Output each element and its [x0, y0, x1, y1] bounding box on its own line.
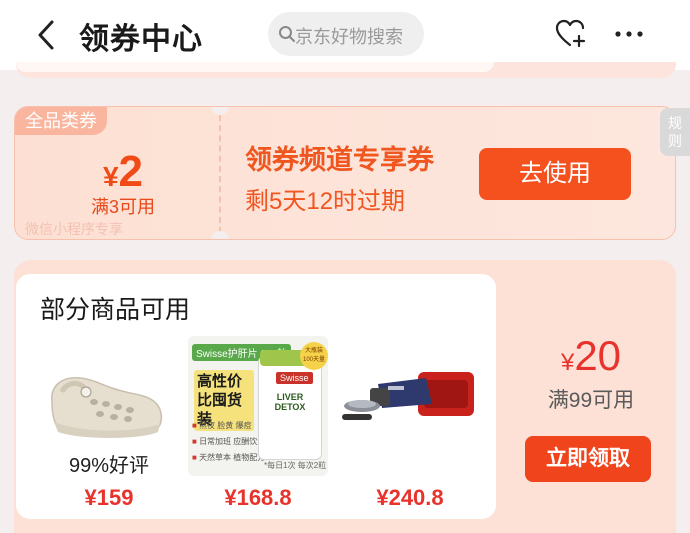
use-coupon-button[interactable]: 去使用 — [479, 148, 631, 200]
package-dosage-note: *每日1次 每次2粒 — [264, 461, 327, 470]
jar-logo: Swisse — [276, 372, 313, 384]
package-feature-list: 熬夜 脸黄 爆痘 日常加班 应酬饮酒 天然草本 植物配方 — [192, 420, 265, 468]
back-arrow-icon[interactable] — [33, 19, 59, 51]
coupon-notch-bottom — [211, 231, 229, 239]
package-feature: 天然草本 植物配方 — [192, 452, 265, 463]
product-image-swisse[interactable]: Swisse护肝片 200粒 高性价比囤货装 熬夜 脸黄 爆痘 日常加班 应酬饮… — [188, 336, 328, 476]
search-input[interactable]: 京东好物搜索 — [268, 12, 424, 56]
favorite-heart-plus-icon[interactable] — [555, 19, 589, 49]
package-feature: 日常加班 应酬饮酒 — [192, 436, 265, 447]
product-coupon-amount-value: 20 — [574, 332, 622, 379]
product-image-angle-grinder[interactable] — [340, 364, 480, 444]
claim-coupon-button[interactable]: 立即领取 — [525, 436, 651, 482]
product-price: ¥159 — [84, 485, 134, 510]
currency-symbol: ¥ — [560, 349, 575, 376]
product-image-clogs[interactable] — [40, 340, 178, 448]
previous-coupon-panel-edge — [16, 62, 494, 72]
header-bar: 领券中心 京东好物搜索 — [0, 0, 690, 70]
product-price: ¥240.8 — [376, 485, 444, 510]
package-size-badge: 大瓶装 100天量 — [300, 342, 328, 370]
product-coupon-amount: ¥20 — [510, 332, 672, 380]
coupon-divider — [219, 115, 221, 233]
angle-grinder-illustration — [342, 372, 474, 420]
more-dots-icon[interactable] — [614, 30, 644, 38]
coupon-type-tag: 全品类券 — [15, 107, 107, 135]
product-rating: 99%好评 — [68, 455, 150, 477]
search-placeholder: 京东好物搜索 — [295, 27, 403, 47]
page-title: 领券中心 — [79, 23, 203, 56]
applicable-products-title: 部分商品可用 — [40, 296, 191, 324]
coupon-amount-value: 2 — [118, 147, 144, 196]
product-price: ¥168.8 — [224, 485, 292, 510]
clog-shoe-illustration — [51, 377, 163, 438]
coupon-expiry: 剩5天12时过期 — [245, 188, 406, 215]
currency-symbol: ¥ — [102, 161, 119, 192]
rules-tab[interactable]: 规则 — [660, 108, 690, 156]
package-feature: 熬夜 脸黄 爆痘 — [192, 420, 258, 431]
wechat-exclusive-note: 微信小程序专享 — [25, 221, 123, 237]
coupon-notch-top — [211, 107, 229, 115]
jar-label: LIVER DETOX — [274, 392, 306, 412]
search-icon — [279, 26, 295, 42]
coupon-card: 全品类券 ¥2 满3可用 微信小程序专享 领券频道专享券 剩5天12时过期 去使… — [14, 106, 676, 240]
coupon-amount: ¥2 — [75, 147, 171, 197]
product-coupon-condition: 满99可用 — [547, 389, 635, 412]
coupon-name: 领券频道专享券 — [245, 145, 434, 175]
rules-tab-label: 规则 — [668, 115, 682, 149]
coupon-condition: 满3可用 — [90, 197, 155, 217]
